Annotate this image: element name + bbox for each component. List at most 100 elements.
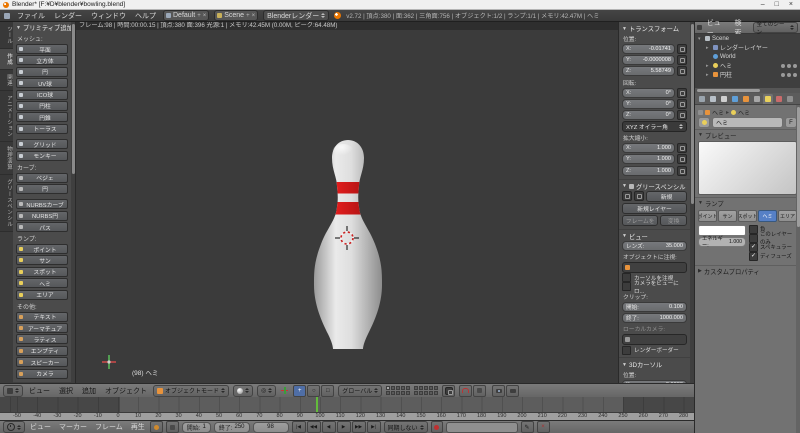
prev-keyframe-button[interactable]: ◀◀: [306, 421, 321, 433]
layer-cell[interactable]: [406, 391, 411, 395]
number-field-X[interactable]: X: -0.01741: [622, 44, 675, 54]
number-field-X[interactable]: X: 0°: [622, 87, 675, 98]
menu-再生[interactable]: 再生: [129, 422, 147, 432]
layers-widget-right[interactable]: [414, 386, 439, 395]
properties-tab-render[interactable]: [697, 94, 707, 104]
properties-tab-world[interactable]: [730, 94, 740, 104]
scene-remove-button[interactable]: ×: [252, 13, 256, 19]
lock-icon[interactable]: [677, 66, 687, 77]
properties-tab-object-data-lamp[interactable]: [763, 94, 773, 104]
layer-cell[interactable]: [434, 386, 439, 390]
layer-cell[interactable]: [391, 391, 396, 395]
number-field-Y[interactable]: Y: 1.000: [622, 154, 675, 165]
transform-panel-header[interactable]: ▼ トランスフォーム: [622, 24, 687, 34]
layer-cell[interactable]: [424, 391, 429, 395]
toolshelf-tab-アニメーション[interactable]: アニメーション: [0, 91, 13, 142]
timeline-canvas[interactable]: [0, 397, 694, 412]
lamp-type-エリア[interactable]: エリア: [778, 210, 797, 222]
add-円錐-button[interactable]: 円錐: [16, 112, 68, 123]
add-NURBS円-button[interactable]: NURBS円: [16, 210, 68, 221]
add-平面-button[interactable]: 平面: [16, 44, 68, 54]
pivot-dropdown[interactable]: ◎: [257, 384, 277, 397]
add-エリア-button[interactable]: エリア: [16, 289, 68, 300]
visibility-eye-icon[interactable]: [781, 63, 785, 68]
properties-tab-object[interactable]: [741, 94, 751, 104]
negative-checkbox[interactable]: [749, 224, 758, 234]
renderable-camera-icon[interactable]: [793, 72, 797, 77]
cursor-3d-panel-header[interactable]: ▼ 3Dカーソル: [622, 360, 687, 370]
add-立方体-button[interactable]: 立方体: [16, 55, 68, 66]
add-エンプティ-button[interactable]: エンプティ: [16, 345, 68, 356]
properties-tab-render-layers[interactable]: [708, 94, 718, 104]
add-ラティス-button[interactable]: ラティス: [16, 334, 68, 345]
add-円-button[interactable]: 円: [16, 183, 68, 194]
frame-start-field[interactable]: 開始: 1: [181, 421, 211, 433]
add-円柱-button[interactable]: 円柱: [16, 100, 68, 111]
layer-cell[interactable]: [419, 386, 424, 390]
rotate-manipulator-button[interactable]: ○: [307, 384, 321, 397]
maximize-button[interactable]: □: [775, 0, 779, 10]
tool-shelf-scrollbar[interactable]: [71, 22, 75, 383]
add-カメラ-button[interactable]: カメラ: [16, 368, 68, 379]
number-field-Z[interactable]: Z: 1.000: [622, 165, 675, 176]
scene-add-button[interactable]: +: [246, 13, 250, 19]
layer-cell[interactable]: [429, 391, 434, 395]
disclosure-icon[interactable]: ▸: [706, 45, 711, 51]
insert-keyframe-icon[interactable]: ✎: [520, 421, 534, 433]
toolshelf-tab-ツール[interactable]: ツール: [0, 22, 13, 49]
new-layer-button[interactable]: 新規レイヤー: [622, 202, 687, 214]
frame-button[interactable]: フレームを: [622, 214, 659, 226]
add-ICO球-button[interactable]: ICO球: [16, 89, 68, 100]
this-layer-only-checkbox[interactable]: [749, 233, 758, 243]
layer-cell[interactable]: [424, 386, 429, 390]
add-NURBSカーブ-button[interactable]: NURBSカーブ: [16, 199, 68, 210]
renderable-camera-icon[interactable]: [793, 63, 797, 68]
play-button[interactable]: ▶: [336, 421, 351, 433]
lamp-type-サン[interactable]: サン: [718, 210, 737, 222]
menu-追加[interactable]: 追加: [80, 386, 98, 396]
lamp-energy-field[interactable]: エネルギー: 1.000: [698, 236, 746, 249]
grease-new-button[interactable]: 新規: [646, 190, 687, 202]
translate-manipulator-button[interactable]: +: [293, 384, 307, 397]
frame-end-field[interactable]: 終了: 250: [213, 421, 250, 433]
layout-remove-button[interactable]: ×: [203, 13, 207, 19]
layer-cell[interactable]: [414, 391, 419, 395]
properties-tab-physics[interactable]: [785, 94, 795, 104]
play-reverse-button[interactable]: ◀: [321, 421, 336, 433]
draw-pencil-icon[interactable]: [622, 191, 632, 201]
lamp-type-ポイント[interactable]: ポイント: [698, 210, 717, 222]
sync-dropdown[interactable]: 同期しない: [383, 421, 428, 433]
lock-icon[interactable]: [677, 165, 687, 176]
add-テキスト-button[interactable]: テキスト: [16, 311, 68, 322]
camera-to-view-checkbox[interactable]: [622, 282, 631, 292]
lock-object-field[interactable]: [622, 261, 687, 273]
layout-add-button[interactable]: +: [197, 13, 201, 19]
custom-properties-panel-header[interactable]: ▶ カスタムプロパティ: [695, 265, 800, 276]
outliner-row-レンダーレイヤー[interactable]: ▸ レンダーレイヤー: [695, 43, 800, 53]
selectable-arrow-icon[interactable]: [787, 72, 791, 77]
outliner-row-ヘミ[interactable]: ▸ ヘミ: [695, 61, 800, 70]
layer-cell[interactable]: [386, 386, 391, 390]
add-UV球-button[interactable]: UV球: [16, 78, 68, 89]
close-button[interactable]: ×: [789, 0, 793, 10]
lock-icon[interactable]: [677, 154, 687, 165]
editor-type-button[interactable]: [3, 384, 23, 397]
next-keyframe-button[interactable]: ▶▶: [351, 421, 366, 433]
layer-cell[interactable]: [429, 386, 434, 390]
add-スポット-button[interactable]: スポット: [16, 266, 68, 277]
disclosure-icon[interactable]: ▸: [706, 63, 711, 69]
breadcrumb-object[interactable]: ヘミ: [712, 108, 724, 117]
lock-icon[interactable]: [677, 143, 687, 154]
convert-button[interactable]: 変換: [660, 214, 687, 226]
editor-type-icon[interactable]: [4, 12, 10, 19]
screen-layout-selector[interactable]: Default + ×: [163, 10, 210, 21]
auto-keyframe-record-button[interactable]: [430, 421, 443, 433]
snap-element-button[interactable]: [473, 384, 487, 397]
layer-cell[interactable]: [396, 391, 401, 395]
number-field-Z[interactable]: Z: 5.58749: [622, 66, 675, 77]
toolshelf-tab-物理演算[interactable]: 物理演算: [0, 142, 13, 175]
shading-dropdown[interactable]: [233, 384, 254, 397]
menu-マーカー[interactable]: マーカー: [57, 422, 89, 432]
current-frame-field[interactable]: 98: [252, 421, 289, 433]
lens-field[interactable]: レンズ: 35.000: [622, 240, 687, 251]
